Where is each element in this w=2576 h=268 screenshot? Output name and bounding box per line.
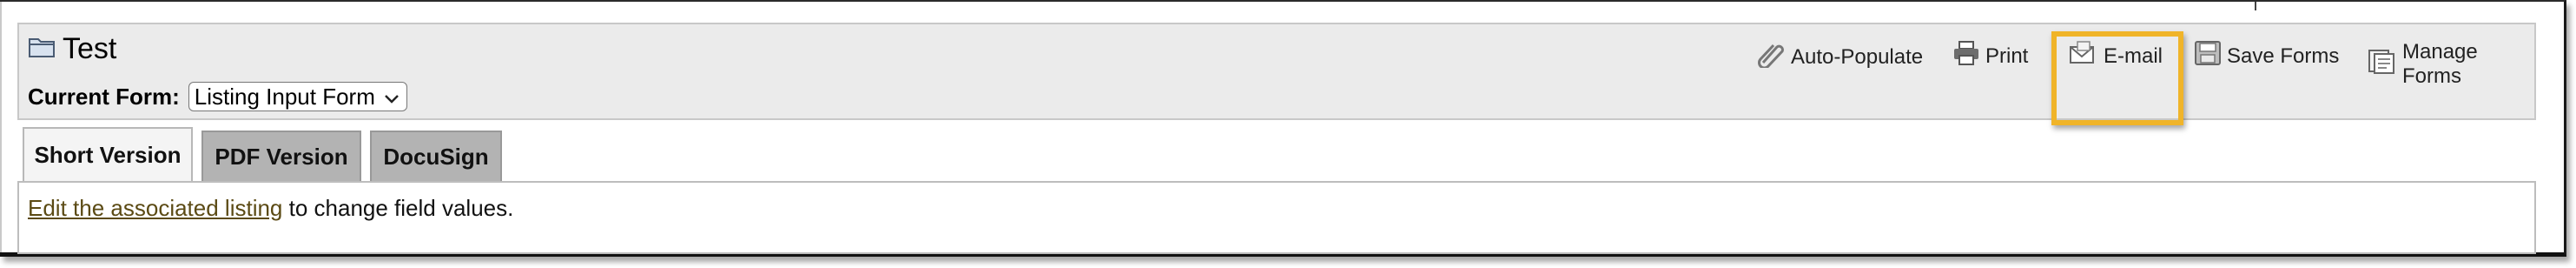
manage-forms-button[interactable]: Manage Forms (2368, 40, 2534, 89)
print-label: Print (1985, 44, 2029, 68)
current-form-value: Listing Input Form (194, 83, 375, 110)
current-form-label: Current Form: (28, 83, 180, 110)
tab-label: PDF Version (215, 143, 348, 170)
current-form-row: Current Form: Listing Input Form (28, 82, 407, 111)
tab-label: Short Version (34, 141, 182, 168)
save-forms-button[interactable]: Save Forms (2194, 40, 2339, 72)
divider-tick (2255, 2, 2256, 10)
form-content: Edit the associated listing to change fi… (17, 181, 2536, 254)
auto-populate-label: Auto-Populate (1791, 44, 1924, 69)
manage-forms-label: Manage Forms (2402, 40, 2478, 88)
current-form-select[interactable]: Listing Input Form (188, 82, 407, 111)
save-forms-label: Save Forms (2227, 44, 2340, 68)
auto-populate-button[interactable]: Auto-Populate (1756, 40, 1923, 74)
window-frame: Test Current Form: Listing Input Form Au… (0, 0, 2566, 257)
manage-forms-icon (2368, 49, 2397, 81)
frame-edge (0, 2, 2, 252)
edit-listing-link[interactable]: Edit the associated listing (28, 195, 282, 221)
tab-docusign[interactable]: DocuSign (370, 131, 502, 181)
tab-label: DocuSign (383, 143, 489, 170)
form-toolbar: Auto-Populate Print E-mail Save Forms Ma… (19, 24, 2534, 88)
content-message-text: to change field values. (282, 195, 514, 221)
printer-icon (1952, 40, 1980, 72)
email-button[interactable]: E-mail (2069, 40, 2163, 72)
form-header-panel: Test Current Form: Listing Input Form Au… (17, 23, 2536, 125)
email-label: E-mail (2104, 44, 2163, 68)
tab-short-version[interactable]: Short Version (23, 127, 193, 181)
chevron-down-icon (384, 84, 400, 111)
content-message: Edit the associated listing to change fi… (28, 195, 513, 222)
save-icon (2194, 40, 2222, 72)
email-icon (2069, 40, 2098, 72)
print-button[interactable]: Print (1952, 40, 2028, 72)
tab-pdf-version[interactable]: PDF Version (201, 131, 361, 181)
paperclip-icon (1756, 40, 1786, 74)
